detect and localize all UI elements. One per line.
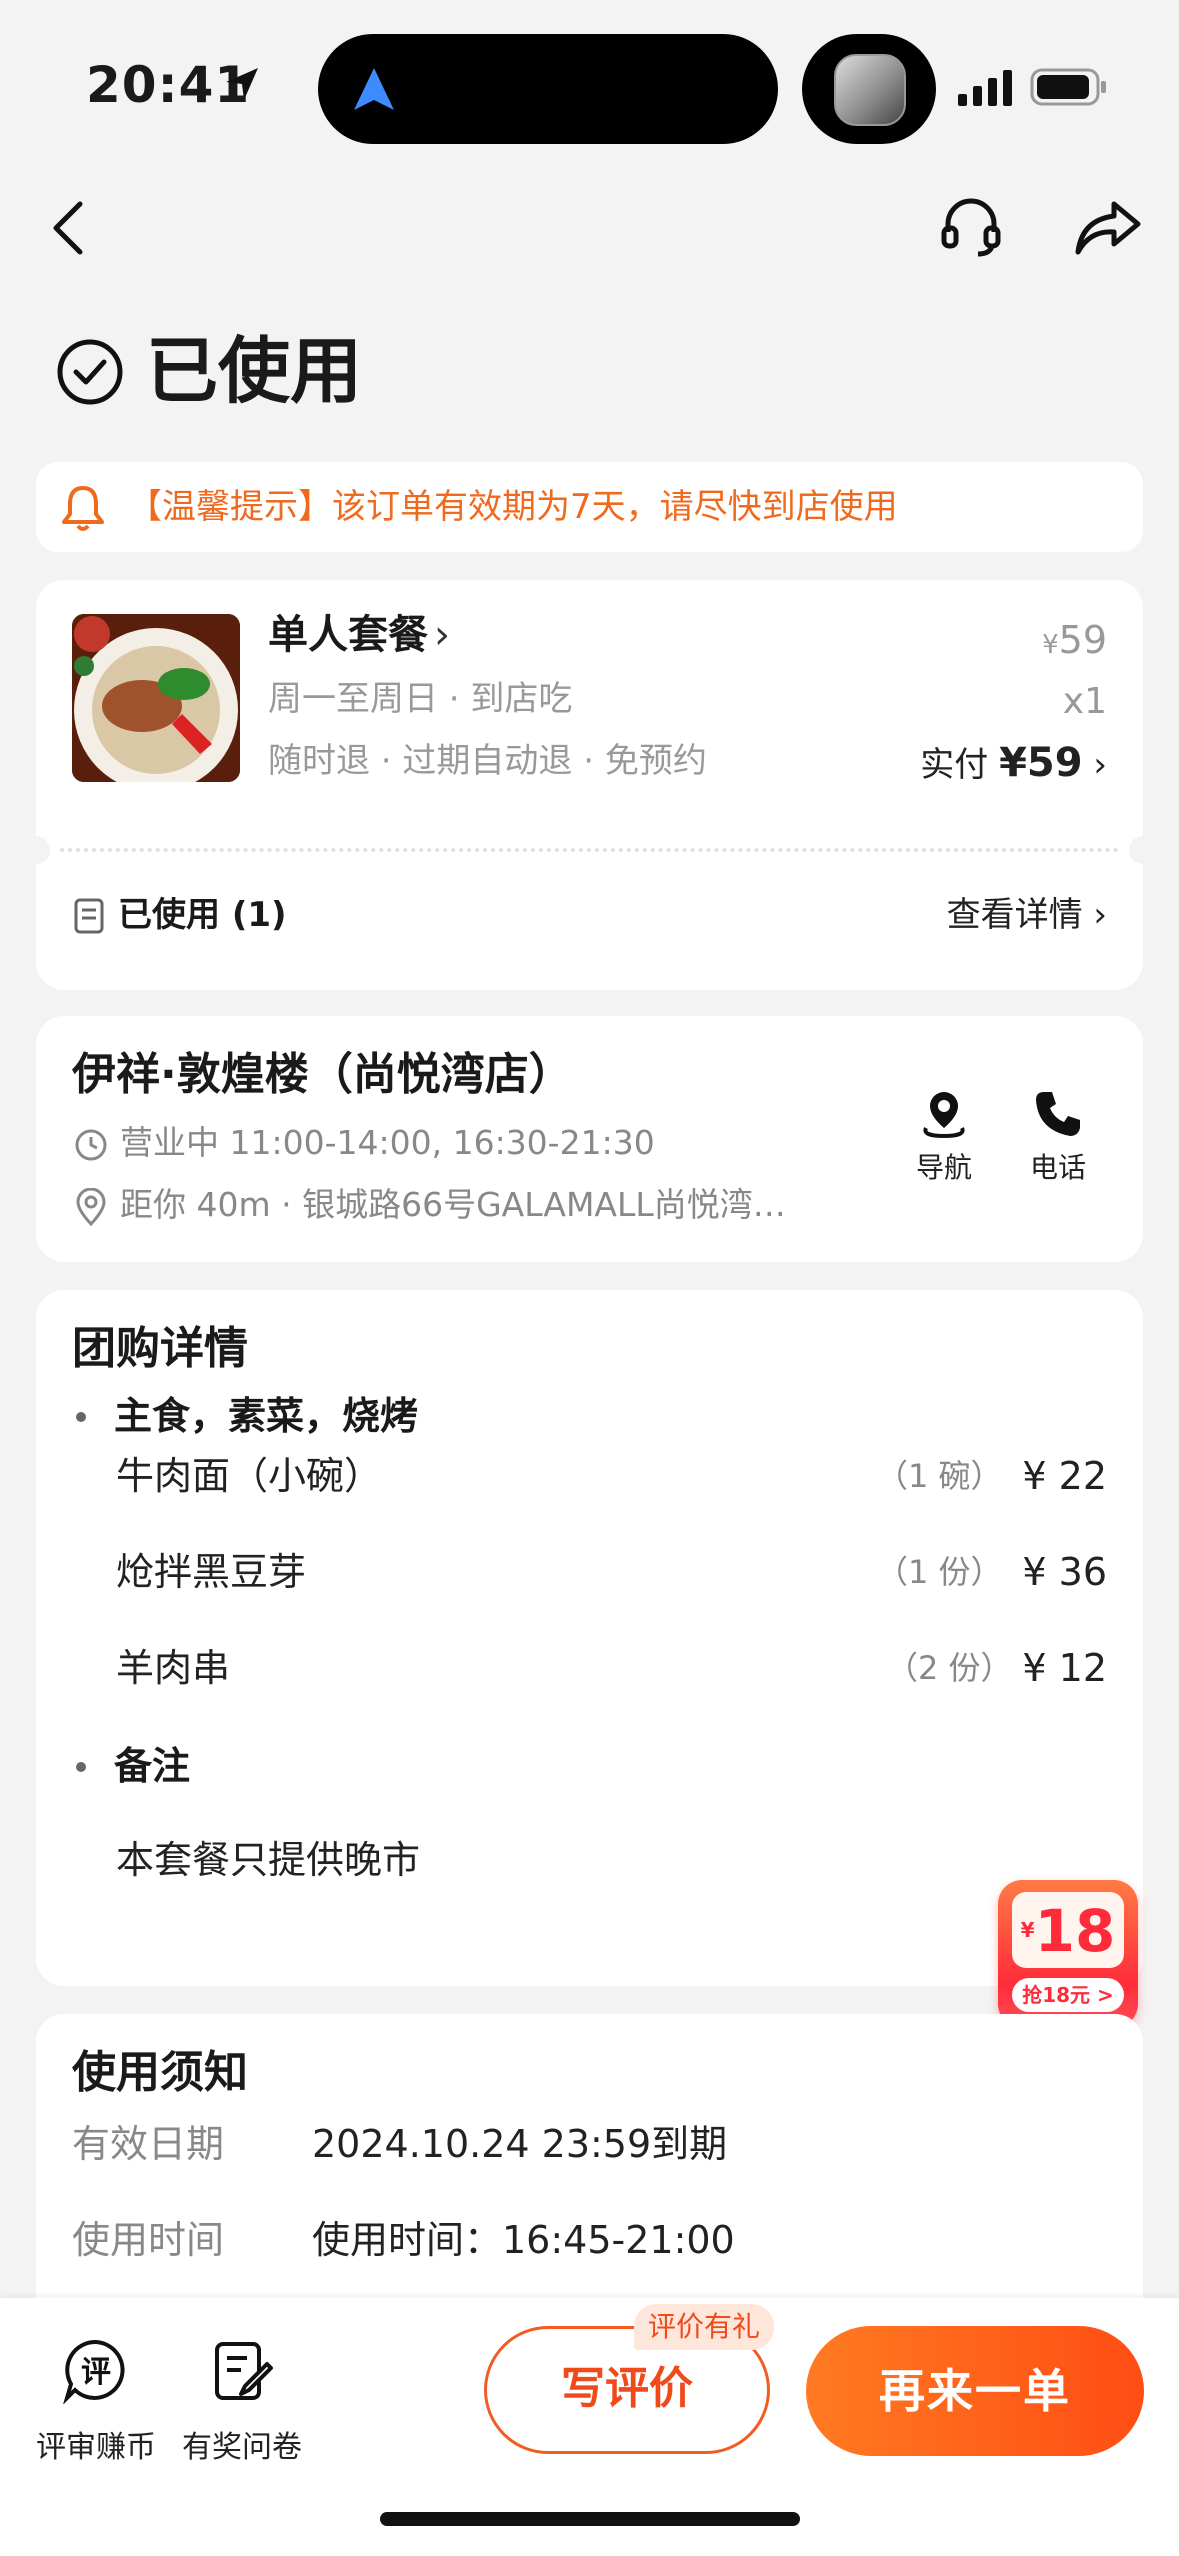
back-icon[interactable] [48, 196, 88, 260]
shop-address[interactable]: 距你 40m · 银城路66号GALAMALL尚悦湾… [120, 1182, 900, 1228]
item-price: ¥ 12 [1022, 1646, 1107, 1690]
paid-amount[interactable]: 实付 ¥59 › [920, 738, 1107, 790]
item-name: 牛肉面（小碗） [116, 1454, 383, 1498]
order-card: 单人套餐 › 周一至周日 · 到店吃 随时退 · 过期自动退 · 免预约 ¥59 … [22, 580, 1157, 990]
location-arrow-icon [226, 68, 258, 100]
chevron-right-icon: › [1093, 895, 1107, 935]
share-icon[interactable] [1074, 198, 1142, 258]
remark-text: 本套餐只提供晚市 [116, 1838, 421, 1882]
signal-icon [958, 70, 1012, 106]
item-quantity: （1 碗） [876, 1457, 1003, 1495]
customer-service-icon[interactable] [940, 196, 1002, 258]
shop-card[interactable]: 伊祥·敦煌楼（尚悦湾店） 营业中 11:00-14:00, 16:30-21:3… [36, 1016, 1143, 1262]
survey-icon [215, 2342, 273, 2400]
svg-text:评: 评 [81, 2355, 111, 2390]
red-packet-button[interactable]: 抢18元 > [1012, 1978, 1124, 2012]
red-packet-amount: ¥18 [1020, 1897, 1116, 1965]
tip-text: 【温馨提示】该订单有效期为7天，请尽快到店使用 [128, 487, 898, 527]
dotted-divider [60, 848, 1119, 852]
item-quantity: （1 份） [876, 1553, 1003, 1591]
section-title: 团购详情 [72, 1323, 248, 1374]
bullet [76, 1762, 86, 1772]
item-price: ¥ 22 [1022, 1454, 1107, 1498]
review-icon: 评 [62, 2339, 125, 2405]
review-earn-coins-button[interactable]: 评 评审赚币 [34, 2338, 158, 2466]
bell-icon [62, 486, 104, 531]
voucher-icon [74, 898, 104, 934]
ticket-notch [1129, 836, 1157, 864]
group-title: 主食，素菜，烧烤 [114, 1394, 419, 1438]
avatar [834, 54, 906, 126]
item-price: ¥ 36 [1022, 1550, 1107, 1594]
quantity: x1 [1062, 681, 1107, 722]
item-name: 炝拌黑豆芽 [116, 1550, 307, 1594]
home-indicator [380, 2512, 800, 2526]
reorder-button[interactable]: 再来一单 [806, 2326, 1144, 2456]
survey-button[interactable]: 有奖问卷 [180, 2338, 304, 2466]
section-title: 使用须知 [72, 2047, 248, 2098]
notice-label: 有效日期 [72, 2122, 225, 2166]
notice-value: 使用时间：16:45-21:00 [312, 2218, 735, 2262]
original-price: ¥59 [1042, 618, 1107, 662]
item-quantity: （2 份） [886, 1649, 1013, 1687]
notice-label: 使用时间 [72, 2218, 225, 2262]
red-packet-amount-box: ¥18 [1012, 1892, 1124, 1968]
item-name: 羊肉串 [116, 1646, 231, 1690]
navigation-icon [923, 1092, 965, 1139]
phone-icon [1036, 1092, 1080, 1136]
product-policy: 随时退 · 过期自动退 · 免预约 [268, 741, 707, 781]
check-circle-icon [57, 339, 123, 405]
shop-hours: 营业中 11:00-14:00, 16:30-21:30 [120, 1123, 655, 1162]
chevron-right-icon: › [1093, 745, 1107, 785]
product-name[interactable]: 单人套餐 › [268, 608, 450, 662]
status-bar: 20:41 [0, 0, 1179, 170]
product-subtitle: 周一至周日 · 到店吃 [268, 679, 573, 719]
ticket-notch [22, 836, 50, 864]
red-packet-float[interactable]: ¥18 抢18元 > [998, 1880, 1138, 2028]
review-gift-badge: 评价有礼 [634, 2304, 775, 2350]
view-details-link[interactable]: 查看详情 › [947, 892, 1107, 938]
product-image[interactable] [72, 614, 240, 782]
clock-icon [75, 1129, 107, 1161]
used-count: 已使用 (1) [118, 895, 287, 935]
bullet [76, 1412, 86, 1422]
shop-name[interactable]: 伊祥·敦煌楼（尚悦湾店） [72, 1046, 573, 1104]
group-buy-details: 团购详情 主食，素菜，烧烤 牛肉面（小碗） （1 碗） ¥ 22 炝拌黑豆芽 （… [36, 1290, 1143, 1986]
group-title: 备注 [114, 1744, 191, 1788]
notice-value: 2024.10.24 23:59到期 [312, 2122, 728, 2166]
navigation-arrow-icon [354, 68, 394, 110]
call-button[interactable]: 电话 [1008, 1088, 1108, 1186]
location-pin-icon [76, 1188, 106, 1226]
navigate-button[interactable]: 导航 [894, 1088, 994, 1186]
chevron-right-icon: › [434, 612, 450, 658]
page-title: 已使用 [146, 329, 363, 413]
tip-banner: 【温馨提示】该订单有效期为7天，请尽快到店使用 [36, 462, 1143, 552]
battery-icon [1030, 68, 1106, 106]
